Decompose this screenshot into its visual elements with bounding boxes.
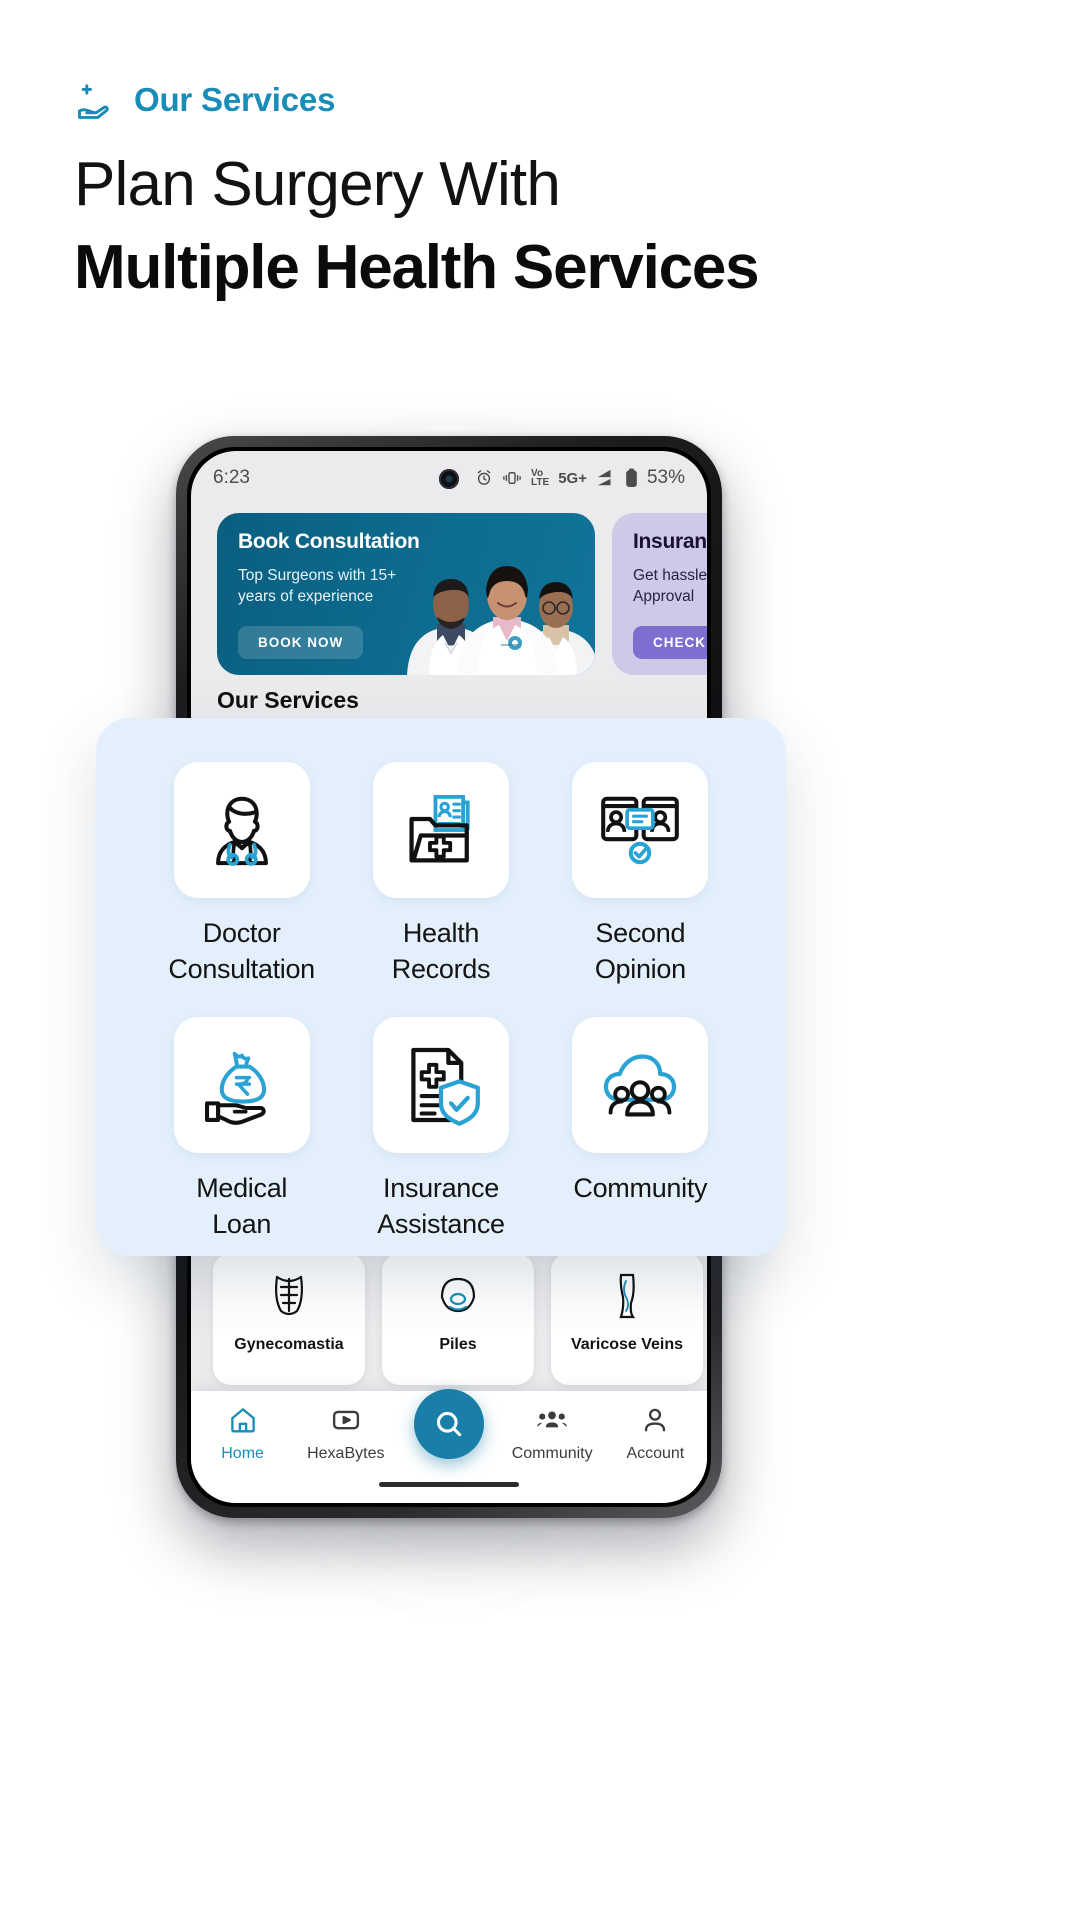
procedure-label: Piles: [439, 1336, 477, 1353]
volte-icon: Vo LTE: [531, 468, 550, 488]
service-tile[interactable]: [173, 1017, 310, 1154]
signal-bars-icon: [596, 469, 616, 487]
service-item-health-records[interactable]: Health Records: [341, 762, 540, 987]
service-label: Insurance Assistance: [377, 1173, 505, 1239]
people-group-icon: [536, 1405, 568, 1440]
promo-banner-consultation[interactable]: Book Consultation Top Surgeons with 15+ …: [217, 513, 595, 675]
procedure-card-piles[interactable]: Piles: [382, 1253, 534, 1385]
hand-holding-plus-icon: [74, 78, 118, 122]
second-opinion-video-icon: [594, 784, 686, 876]
service-tile[interactable]: [572, 762, 709, 898]
promo-banner-carousel[interactable]: Book Consultation Top Surgeons with 15+ …: [191, 505, 707, 675]
service-item-insurance-assistance[interactable]: Insurance Assistance: [341, 1017, 540, 1242]
service-label: Health Records: [391, 918, 491, 984]
headline-line-1: Plan Surgery With: [74, 150, 561, 219]
service-label: Second Opinion: [594, 918, 686, 984]
service-item-doctor-consultation[interactable]: Doctor Consultation: [142, 762, 341, 987]
money-bag-hand-icon: [196, 1039, 288, 1131]
vibrate-icon: [502, 469, 522, 487]
status-icons: Vo LTE 5G+ 53%: [475, 467, 685, 489]
alarm-clock-icon: [475, 469, 493, 487]
status-time: 6:23: [213, 467, 250, 488]
three-doctors-photo: [407, 566, 595, 675]
community-people-icon: [594, 1039, 686, 1131]
nav-item-hexabytes[interactable]: HexaBytes: [298, 1405, 394, 1463]
service-label: Community: [573, 1173, 708, 1204]
procedure-card-varicose-veins[interactable]: Varicose Veins: [551, 1253, 703, 1385]
procedure-card-gynecomastia[interactable]: Gynecomastia: [213, 1253, 365, 1385]
kicker-label: Our Services: [134, 81, 336, 118]
headline-line-2: Multiple Health Services: [74, 233, 760, 303]
health-records-folder-icon: [395, 784, 487, 876]
chest-icon: [261, 1267, 317, 1328]
nav-label: Community: [511, 1445, 593, 1462]
gesture-bar: [379, 1482, 519, 1487]
procedure-row: Gynecomastia Piles Varicose Veins: [213, 1253, 703, 1385]
promo-banner-insurance[interactable]: Insurance Get hassle-free Approval CHECK: [612, 513, 707, 675]
service-item-medical-loan[interactable]: Medical Loan: [142, 1017, 341, 1242]
services-overlay-panel: Doctor Consultation Health Records Secon…: [96, 718, 786, 1256]
nav-item-search-fab[interactable]: [401, 1389, 497, 1459]
document-shield-icon: [395, 1039, 487, 1131]
phone-services-heading: Our Services: [217, 687, 359, 713]
home-icon: [228, 1405, 258, 1440]
leg-vein-icon: [599, 1267, 655, 1328]
service-tile[interactable]: [173, 762, 310, 898]
person-icon: [640, 1405, 670, 1440]
services-grid: Doctor Consultation Health Records Secon…: [142, 762, 740, 1239]
video-play-icon: [331, 1405, 361, 1440]
procedure-label: Gynecomastia: [234, 1336, 344, 1353]
nav-label: HexaBytes: [307, 1445, 385, 1462]
nav-item-community[interactable]: Community: [504, 1405, 600, 1463]
doctor-icon: [196, 784, 288, 876]
battery-icon: [625, 468, 638, 488]
search-icon[interactable]: [413, 1389, 484, 1459]
service-tile[interactable]: [572, 1017, 709, 1154]
banner-title: Insurance: [633, 530, 707, 553]
nav-item-account[interactable]: Account: [607, 1405, 703, 1463]
service-item-community[interactable]: Community: [541, 1017, 740, 1242]
service-tile[interactable]: [372, 762, 509, 898]
page-title: Plan Surgery With Multiple Health Servic…: [74, 150, 1014, 303]
piles-icon: [430, 1267, 486, 1328]
front-camera-icon: [439, 469, 459, 489]
book-now-button[interactable]: BOOK NOW: [238, 626, 364, 659]
section-kicker: Our Services: [74, 78, 335, 122]
nav-label: Home: [221, 1445, 264, 1462]
procedure-label: Varicose Veins: [570, 1336, 684, 1353]
service-label: Medical Loan: [196, 1173, 288, 1239]
banner-subtitle: Get hassle-free Approval: [633, 567, 707, 605]
service-item-second-opinion[interactable]: Second Opinion: [541, 762, 740, 987]
nav-label: Account: [626, 1445, 685, 1462]
battery-percent: 53%: [646, 467, 685, 488]
service-tile[interactable]: [372, 1017, 509, 1154]
check-button[interactable]: CHECK: [633, 626, 707, 659]
nav-item-home[interactable]: Home: [195, 1405, 291, 1463]
network-type-label: 5G+: [558, 469, 587, 487]
service-label: Doctor Consultation: [168, 918, 315, 984]
